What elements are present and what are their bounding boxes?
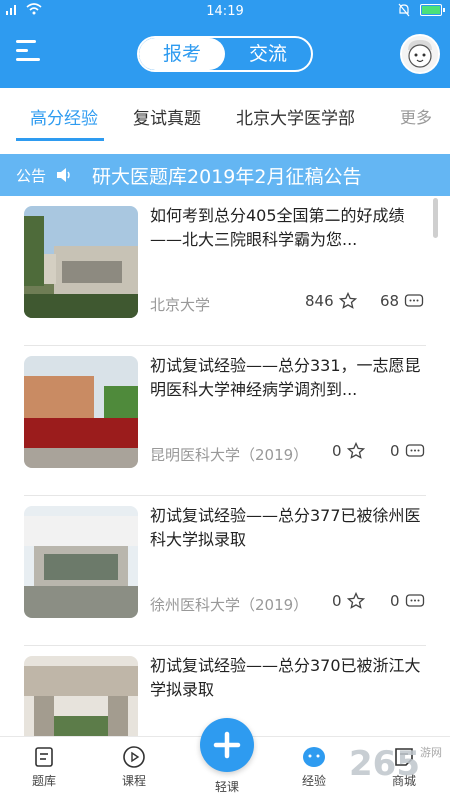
avatar-face-icon xyxy=(402,36,438,72)
list-item[interactable]: 初试复试经验——总分377已被徐州医科大学拟录取 徐州医科大学（2019） 0 … xyxy=(0,496,450,646)
segment-baokao[interactable]: 报考 xyxy=(139,38,225,70)
tab-pku-med[interactable]: 北京大学医学部 xyxy=(236,104,355,129)
nav-tiku-label: 题库 xyxy=(31,774,56,788)
site-watermark: 265游网 xyxy=(349,744,442,784)
nav-tiku[interactable]: 题库 xyxy=(14,745,74,789)
tab-gaofen[interactable]: 高分经验 xyxy=(30,104,98,129)
experience-icon xyxy=(303,747,325,767)
speaker-icon xyxy=(57,168,70,182)
article-source: 徐州医科大学（2019） xyxy=(150,596,309,614)
announcement-label: 公告 xyxy=(16,166,47,185)
tab-more[interactable]: 更多 xyxy=(400,104,432,128)
announcement-bar[interactable]: 公告 研大医题库2019年2月征稿公告 xyxy=(0,154,450,196)
watermark-text: 265 xyxy=(349,744,420,784)
nav-kecheng[interactable]: 课程 xyxy=(104,745,164,789)
favorite-count-value: 0 xyxy=(332,442,342,460)
comment-count-value: 0 xyxy=(390,442,400,460)
favorite-count[interactable]: 846 xyxy=(305,292,357,310)
avatar[interactable] xyxy=(400,34,440,74)
watermark-suffix: 游网 xyxy=(420,746,442,759)
header-segment-control: 报考 交流 xyxy=(137,36,313,72)
nav-qingke-label: 轻课 xyxy=(214,780,239,794)
article-source: 北京大学 xyxy=(150,296,211,314)
nav-kecheng-label: 课程 xyxy=(121,774,146,788)
comment-count-value: 68 xyxy=(380,292,400,310)
favorite-count[interactable]: 0 xyxy=(332,592,365,610)
comment-icon xyxy=(405,444,424,457)
question-bank-icon xyxy=(35,747,53,767)
article-thumbnail xyxy=(24,506,138,618)
add-fab-button[interactable] xyxy=(200,718,254,772)
announcement-text: 研大医题库2019年2月征稿公告 xyxy=(92,165,362,188)
list-item[interactable]: 如何考到总分405全国第二的好成绩——北大三院眼科学霸为您... 北京大学 84… xyxy=(0,196,450,346)
scrollbar[interactable] xyxy=(433,198,438,238)
star-icon xyxy=(346,442,365,459)
comment-icon xyxy=(405,594,424,607)
app-header: 14:19 报考 交流 xyxy=(0,0,450,88)
comment-icon xyxy=(404,294,424,307)
menu-button[interactable] xyxy=(16,40,44,64)
favorite-count-value: 846 xyxy=(305,292,334,310)
play-icon xyxy=(123,746,145,768)
article-title: 如何考到总分405全国第二的好成绩——北大三院眼科学霸为您... xyxy=(150,206,405,249)
comment-count[interactable]: 0 xyxy=(390,592,425,610)
article-source: 昆明医科大学（2019） xyxy=(150,446,309,464)
category-tabs: 高分经验 复试真题 北京大学医学部 更多 xyxy=(0,88,450,150)
mute-bell-icon xyxy=(398,3,410,17)
article-thumbnail xyxy=(24,356,138,468)
comment-count[interactable]: 0 xyxy=(390,442,425,460)
status-time: 14:19 xyxy=(206,4,244,19)
article-list: 如何考到总分405全国第二的好成绩——北大三院眼科学霸为您... 北京大学 84… xyxy=(0,196,450,736)
status-right xyxy=(398,3,445,17)
favorite-count[interactable]: 0 xyxy=(332,442,365,460)
favorite-count-value: 0 xyxy=(332,592,342,610)
tab-active-indicator xyxy=(16,138,104,141)
battery-icon xyxy=(420,4,445,16)
star-icon xyxy=(346,592,365,609)
article-title: 初试复试经验——总分370已被浙江大学拟录取 xyxy=(150,656,421,699)
list-item[interactable]: 初试复试经验——总分331，一志愿昆明医科大学神经病学调剂到... 昆明医科大学… xyxy=(0,346,450,496)
article-title: 初试复试经验——总分377已被徐州医科大学拟录取 xyxy=(150,506,421,549)
segment-jiaoliu[interactable]: 交流 xyxy=(225,38,311,70)
star-icon xyxy=(338,292,357,309)
nav-jingyan-label: 经验 xyxy=(301,774,326,788)
article-title: 初试复试经验——总分331，一志愿昆明医科大学神经病学调剂到... xyxy=(150,356,421,399)
article-thumbnail xyxy=(24,656,138,736)
article-thumbnail xyxy=(24,206,138,318)
nav-jingyan[interactable]: 经验 xyxy=(284,745,344,789)
plus-icon xyxy=(213,731,241,759)
comment-count-value: 0 xyxy=(390,592,400,610)
status-bar: 14:19 xyxy=(0,0,450,26)
tab-fushi[interactable]: 复试真题 xyxy=(133,104,201,129)
comment-count[interactable]: 68 xyxy=(380,292,424,310)
